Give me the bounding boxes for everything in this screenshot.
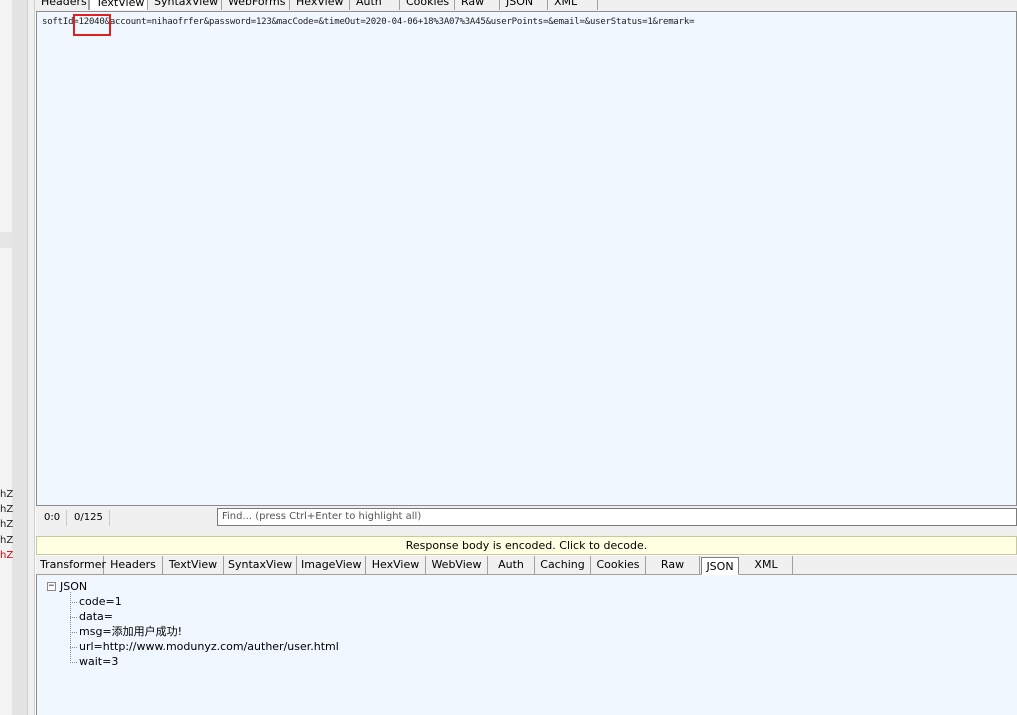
tab-response-transformer[interactable]: Transformer [36,556,106,574]
tab-request-json[interactable]: JSON [500,0,548,10]
tab-request-cookies[interactable]: Cookies [400,0,455,10]
session-row-label[interactable]: hZ [0,487,14,502]
tree-node-label: url=http://www.modunyz.com/auther/user.h… [79,640,339,653]
tab-response-json[interactable]: JSON [701,557,739,575]
tab-response-hexview[interactable]: HexView [366,556,426,574]
tree-node[interactable]: code=1 [70,595,122,609]
tab-response-syntaxview[interactable]: SyntaxView [224,556,297,574]
tree-branch-line [70,601,77,603]
tab-response-cookies[interactable]: Cookies [591,556,646,574]
request-tab-strip: Headers TextView SyntaxView WebForms Hex… [35,0,1017,11]
find-input[interactable]: Find... (press Ctrl+Enter to highlight a… [217,508,1017,526]
tree-branch-line [70,661,77,663]
tree-branch-line [70,646,77,648]
tree-node-label: code=1 [79,595,122,608]
tab-request-webforms[interactable]: WebForms [222,0,290,10]
tab-response-textview[interactable]: TextView [163,556,224,574]
session-row-label[interactable]: hZ [0,517,14,532]
tree-branch-line [70,616,77,618]
tree-branch-line [70,631,77,633]
character-count: 0/125 [68,510,110,526]
tab-response-webview[interactable]: WebView [426,556,488,574]
tab-request-syntaxview[interactable]: SyntaxView [148,0,222,10]
decode-banner[interactable]: Response body is encoded. Click to decod… [36,536,1017,555]
tree-node-label: wait=3 [79,655,119,668]
selected-row-band [0,232,12,248]
tab-response-auth[interactable]: Auth [488,556,535,574]
panel-splitter[interactable] [27,0,35,715]
tree-root-node[interactable]: JSON [60,580,87,593]
tab-response-caching[interactable]: Caching [535,556,591,574]
tree-node[interactable]: wait=3 [70,655,118,669]
tab-response-xml[interactable]: XML [740,556,793,574]
tree-node-label: data= [79,610,113,623]
tab-response-raw[interactable]: Raw [646,556,700,574]
tab-response-headers[interactable]: Headers [104,556,163,574]
session-row-label[interactable]: hZ [0,502,14,517]
session-row-label-error[interactable]: hZ [0,548,14,563]
tree-node[interactable]: msg=添加用户成功! [70,625,182,639]
left-panel-shade [12,0,27,715]
left-session-panel: hZ hZ hZ hZ hZ [0,0,27,715]
tab-response-imageview[interactable]: ImageView [297,556,366,574]
tab-request-textview[interactable]: TextView [89,0,148,10]
collapse-toggle-icon[interactable]: − [47,582,56,591]
response-tab-strip: Transformer Headers TextView SyntaxView … [36,556,1017,575]
tab-request-raw[interactable]: Raw [455,0,500,10]
request-textview[interactable]: softId=12040&account=nihaofrfer&password… [36,11,1017,506]
tree-node[interactable]: url=http://www.modunyz.com/auther/user.h… [70,640,339,654]
tab-request-hexview[interactable]: HexView [290,0,350,10]
tree-node[interactable]: data= [70,610,113,624]
tree-node-label: msg=添加用户成功! [79,625,183,638]
tab-request-auth[interactable]: Auth [350,0,400,10]
request-body-text[interactable]: softId=12040&account=nihaofrfer&password… [42,17,695,27]
tab-request-headers[interactable]: Headers [35,0,89,10]
session-row-label[interactable]: hZ [0,533,14,548]
tab-request-xml[interactable]: XML [548,0,598,10]
highlight-annotation [73,14,111,36]
cursor-position: 0:0 [38,510,68,526]
